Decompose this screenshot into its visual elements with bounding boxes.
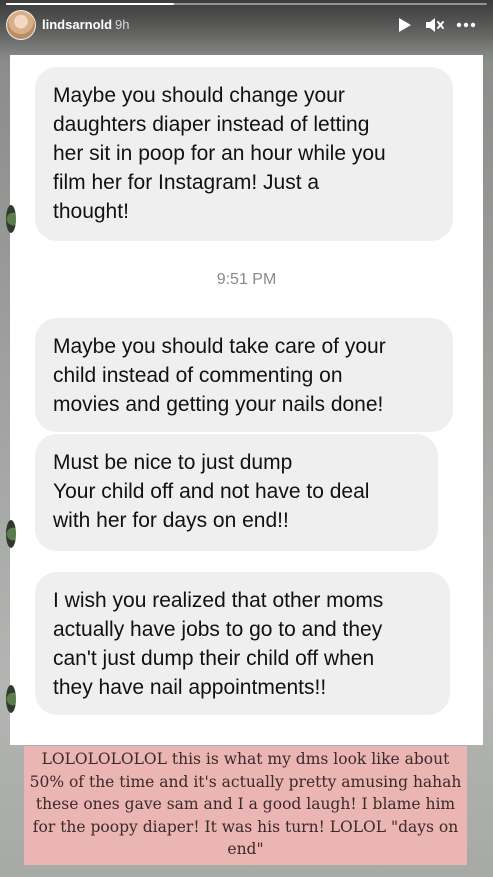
story-header: lindsarnold 9h bbox=[0, 10, 493, 42]
message-bubble: Maybe you should take care of your child… bbox=[35, 318, 453, 432]
story-viewer[interactable]: lindsarnold 9h Maybe you should change y… bbox=[0, 0, 493, 877]
message-bubble: I wish you realized that other moms actu… bbox=[35, 572, 450, 715]
avatar[interactable] bbox=[6, 10, 36, 40]
story-caption: LOLOLOLOLOL this is what my dms look lik… bbox=[24, 746, 467, 865]
time-ago: 9h bbox=[115, 17, 130, 32]
story-progress-bar bbox=[6, 3, 487, 5]
story-progress-fill bbox=[6, 3, 175, 5]
more-options-button[interactable] bbox=[455, 14, 477, 36]
message-bubble: Must be nice to just dump Your child off… bbox=[35, 434, 438, 551]
mute-button[interactable] bbox=[423, 14, 445, 36]
play-icon bbox=[399, 18, 411, 32]
username[interactable]: lindsarnold bbox=[42, 17, 112, 32]
sender-avatar bbox=[6, 520, 16, 548]
message-timestamp: 9:51 PM bbox=[216, 271, 277, 288]
play-button[interactable] bbox=[393, 14, 415, 36]
muted-speaker-icon bbox=[426, 18, 444, 32]
more-horizontal-icon bbox=[456, 22, 476, 28]
message-bubble: Maybe you should change your daughters d… bbox=[35, 67, 453, 241]
sender-avatar bbox=[6, 685, 16, 713]
sender-avatar bbox=[6, 205, 16, 233]
dm-screenshot: Maybe you should change your daughters d… bbox=[6, 55, 483, 745]
